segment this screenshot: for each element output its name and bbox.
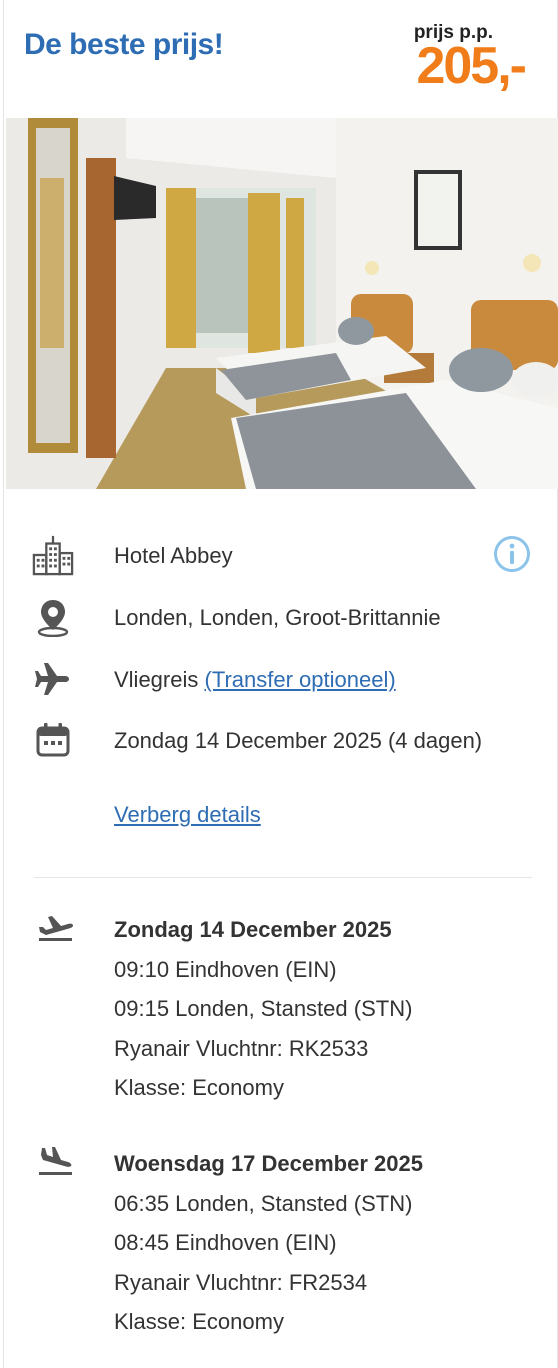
travel-text: Vliegreis (Transfer optioneel) <box>114 667 396 693</box>
dates-text: Zondag 14 December 2025 (4 dagen) <box>114 728 483 753</box>
dates-row: Zondag 14 December 2025 (4 dagen) <box>4 720 558 760</box>
location-text: Londen, Londen, Groot-Brittannie <box>114 605 441 630</box>
flight-departure: 09:10 Eindhoven (EIN) <box>114 956 337 982</box>
flight-departure: 06:35 Londen, Stansted (STN) <box>114 1190 413 1216</box>
offer-header: De beste prijs! prijs p.p. 205,- <box>4 0 558 118</box>
hotel-name: Hotel Abbey <box>114 543 233 568</box>
map-pin-icon <box>32 597 74 637</box>
offer-card: De beste prijs! prijs p.p. 205,- Hotel A… <box>3 0 558 1368</box>
flight-class: Klasse: Economy <box>114 1075 284 1100</box>
departure-icon <box>36 912 74 942</box>
hotel-room-photo[interactable] <box>6 118 558 489</box>
location-row: Londen, Londen, Groot-Brittannie <box>4 597 558 637</box>
price: 205,- <box>416 37 527 95</box>
info-circle-icon[interactable] <box>493 535 531 573</box>
travel-type: Vliegreis <box>114 667 199 692</box>
divider <box>34 877 532 878</box>
airplane-icon <box>32 659 74 699</box>
flight-arrival: 09:15 Londen, Stansted (STN) <box>114 996 413 1021</box>
headline: De beste prijs! <box>24 28 224 61</box>
flight-arrival: 08:45 Eindhoven (EIN) <box>114 1230 337 1255</box>
arrival-icon <box>36 1146 74 1176</box>
transfer-optional-link[interactable]: (Transfer optioneel) <box>205 667 396 692</box>
flight-date: Woensdag 17 December 2025 <box>114 1151 423 1176</box>
flight-carrier: Ryanair Vluchtnr: FR2534 <box>114 1269 368 1295</box>
hide-details-link[interactable]: Verberg details <box>114 802 261 828</box>
flight-carrier: Ryanair Vluchtnr: RK2533 <box>114 1035 369 1061</box>
building-icon <box>32 535 74 576</box>
flight-class: Klasse: Economy <box>114 1309 284 1334</box>
travel-row: Vliegreis (Transfer optioneel) <box>4 659 558 699</box>
calendar-icon <box>32 720 74 760</box>
flight-date: Zondag 14 December 2025 <box>114 917 392 942</box>
hotel-row: Hotel Abbey <box>4 535 558 576</box>
